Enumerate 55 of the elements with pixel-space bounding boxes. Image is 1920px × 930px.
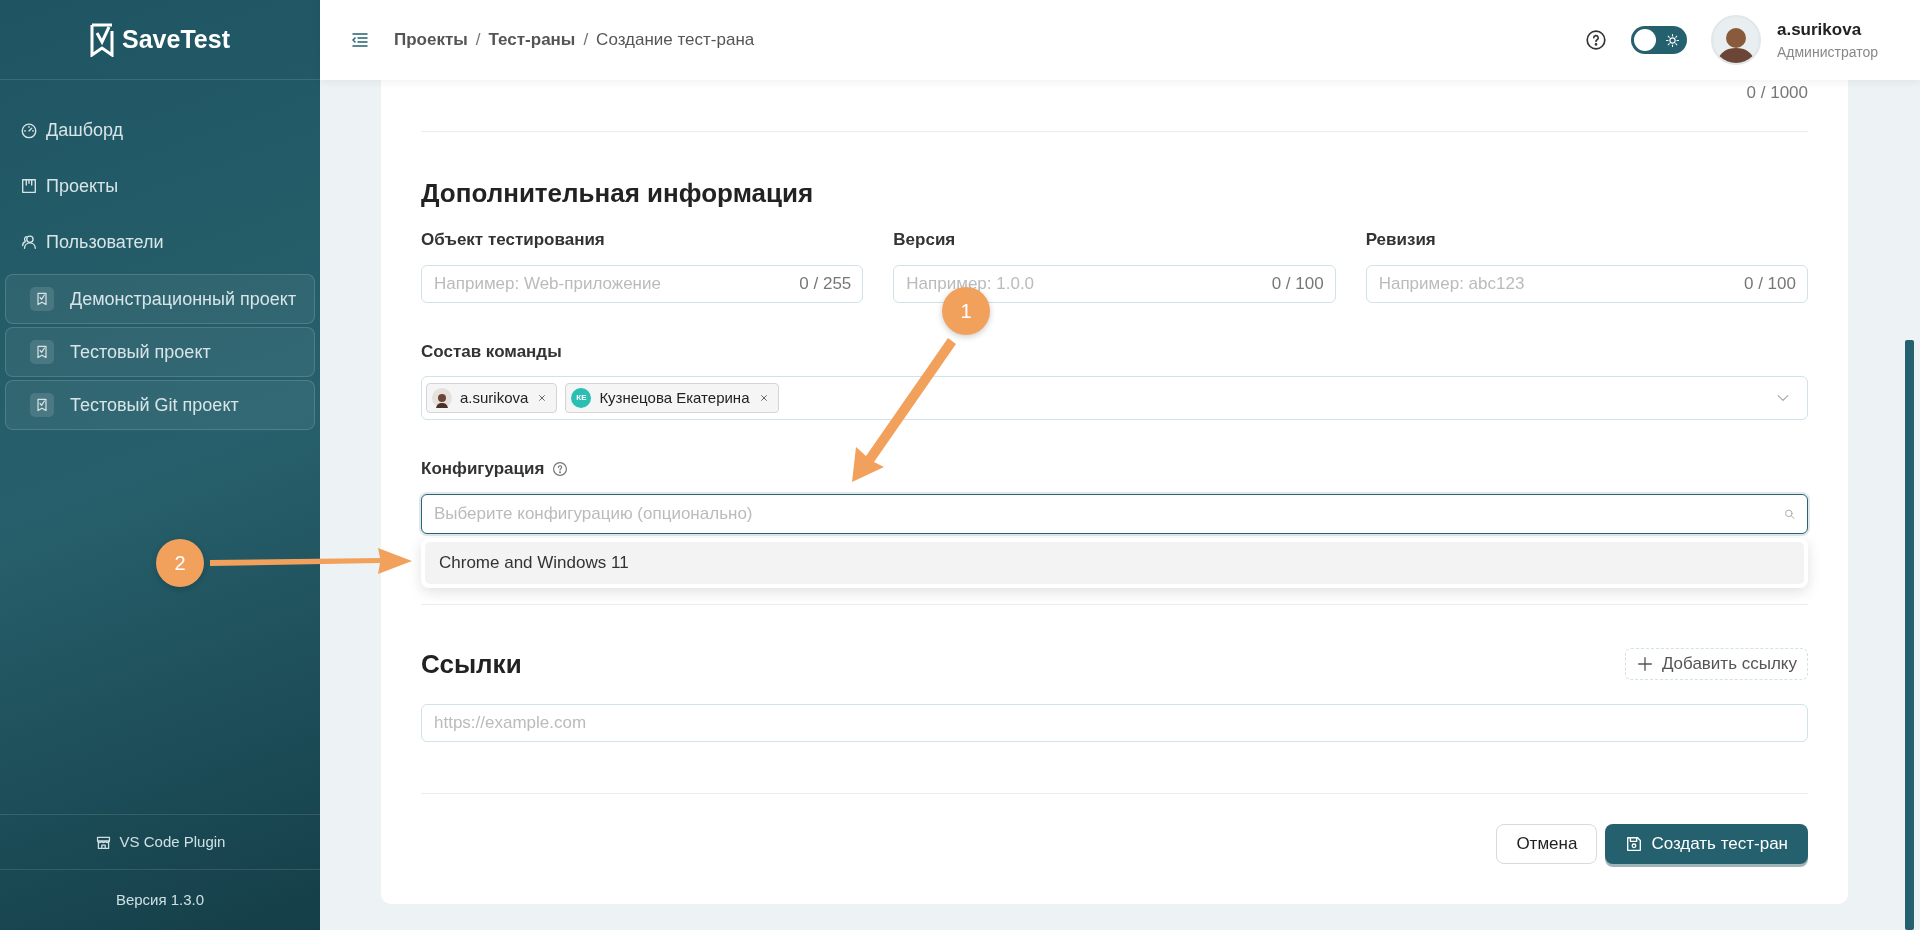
breadcrumb[interactable]: Проекты	[394, 27, 468, 53]
board-icon	[20, 177, 38, 195]
field-label: Ревизия	[1365, 229, 1437, 251]
sidebar-item[interactable]: Дашборд	[0, 102, 320, 158]
menu-button[interactable]	[350, 30, 370, 50]
section-title: Дополнительная информация	[421, 177, 815, 210]
app-logo: SaveTest	[122, 23, 230, 55]
project-item[interactable]: Демонстрационный проект	[5, 274, 315, 324]
sidebar-item[interactable]: Проекты	[0, 158, 320, 214]
project-icon	[34, 291, 50, 307]
help-icon	[1585, 29, 1607, 51]
plus-icon	[1635, 655, 1654, 673]
plugin-link[interactable]: VS Code Plugin	[0, 815, 320, 870]
user-role: Администратор	[1777, 43, 1878, 63]
team-select[interactable]: a.surikova КЕ Кузнецова Екатерина	[421, 376, 1808, 420]
project-item[interactable]: Тестовый Git проект	[5, 380, 315, 430]
dropdown-option[interactable]: Chrome and Windows 11	[425, 541, 1804, 584]
search-icon	[1783, 507, 1796, 520]
sidebar-item[interactable]: Пользователи	[0, 214, 320, 270]
logo-icon	[90, 22, 115, 57]
character-counter: 0 / 100	[1271, 272, 1324, 295]
breadcrumb-separator: /	[583, 29, 589, 52]
gauge-icon	[20, 121, 38, 139]
add-link-button[interactable]: Добавить ссылку	[1624, 648, 1808, 680]
field-label: Состав команды	[421, 340, 563, 363]
project-icon	[34, 397, 50, 413]
field-label: Объект тестирования	[421, 229, 606, 251]
member-name: a.surikova	[460, 387, 529, 408]
field-label: Конфигурация	[421, 458, 545, 480]
character-counter: 0 / 1000	[1746, 82, 1808, 102]
create-button[interactable]: Создать тест-ран	[1605, 823, 1808, 864]
cancel-button[interactable]: Отмена	[1496, 823, 1598, 864]
breadcrumb[interactable]: Тест-раны	[488, 27, 576, 53]
character-counter: 0 / 100	[1744, 272, 1796, 295]
field-label: Версия	[893, 229, 957, 251]
section-title: Ссылки	[421, 647, 522, 681]
url-field[interactable]: https://example.com	[421, 703, 1808, 742]
scrollbar[interactable]	[1905, 340, 1914, 930]
breadcrumb: Создание тест-рана	[596, 29, 755, 52]
save-icon	[1625, 834, 1644, 853]
member-avatar: КЕ	[571, 388, 592, 408]
config-select[interactable]: Выберите конфигурацию (опционально)	[421, 493, 1808, 534]
breadcrumb-separator: /	[475, 29, 481, 52]
version-text: Версия 1.3.0	[115, 889, 205, 910]
users-icon	[20, 233, 38, 251]
member-name: Кузнецова Екатерина	[599, 387, 750, 408]
user-avatar	[1711, 15, 1761, 65]
project-icon	[34, 344, 50, 360]
member-avatar	[432, 388, 452, 408]
help-icon	[552, 460, 569, 477]
user-name: a.surikova	[1777, 18, 1863, 41]
sun-icon	[1665, 32, 1680, 48]
character-counter: 0 / 255	[799, 272, 852, 295]
theme-toggle[interactable]	[1631, 26, 1687, 54]
project-item[interactable]: Тестовый проект	[5, 327, 315, 377]
